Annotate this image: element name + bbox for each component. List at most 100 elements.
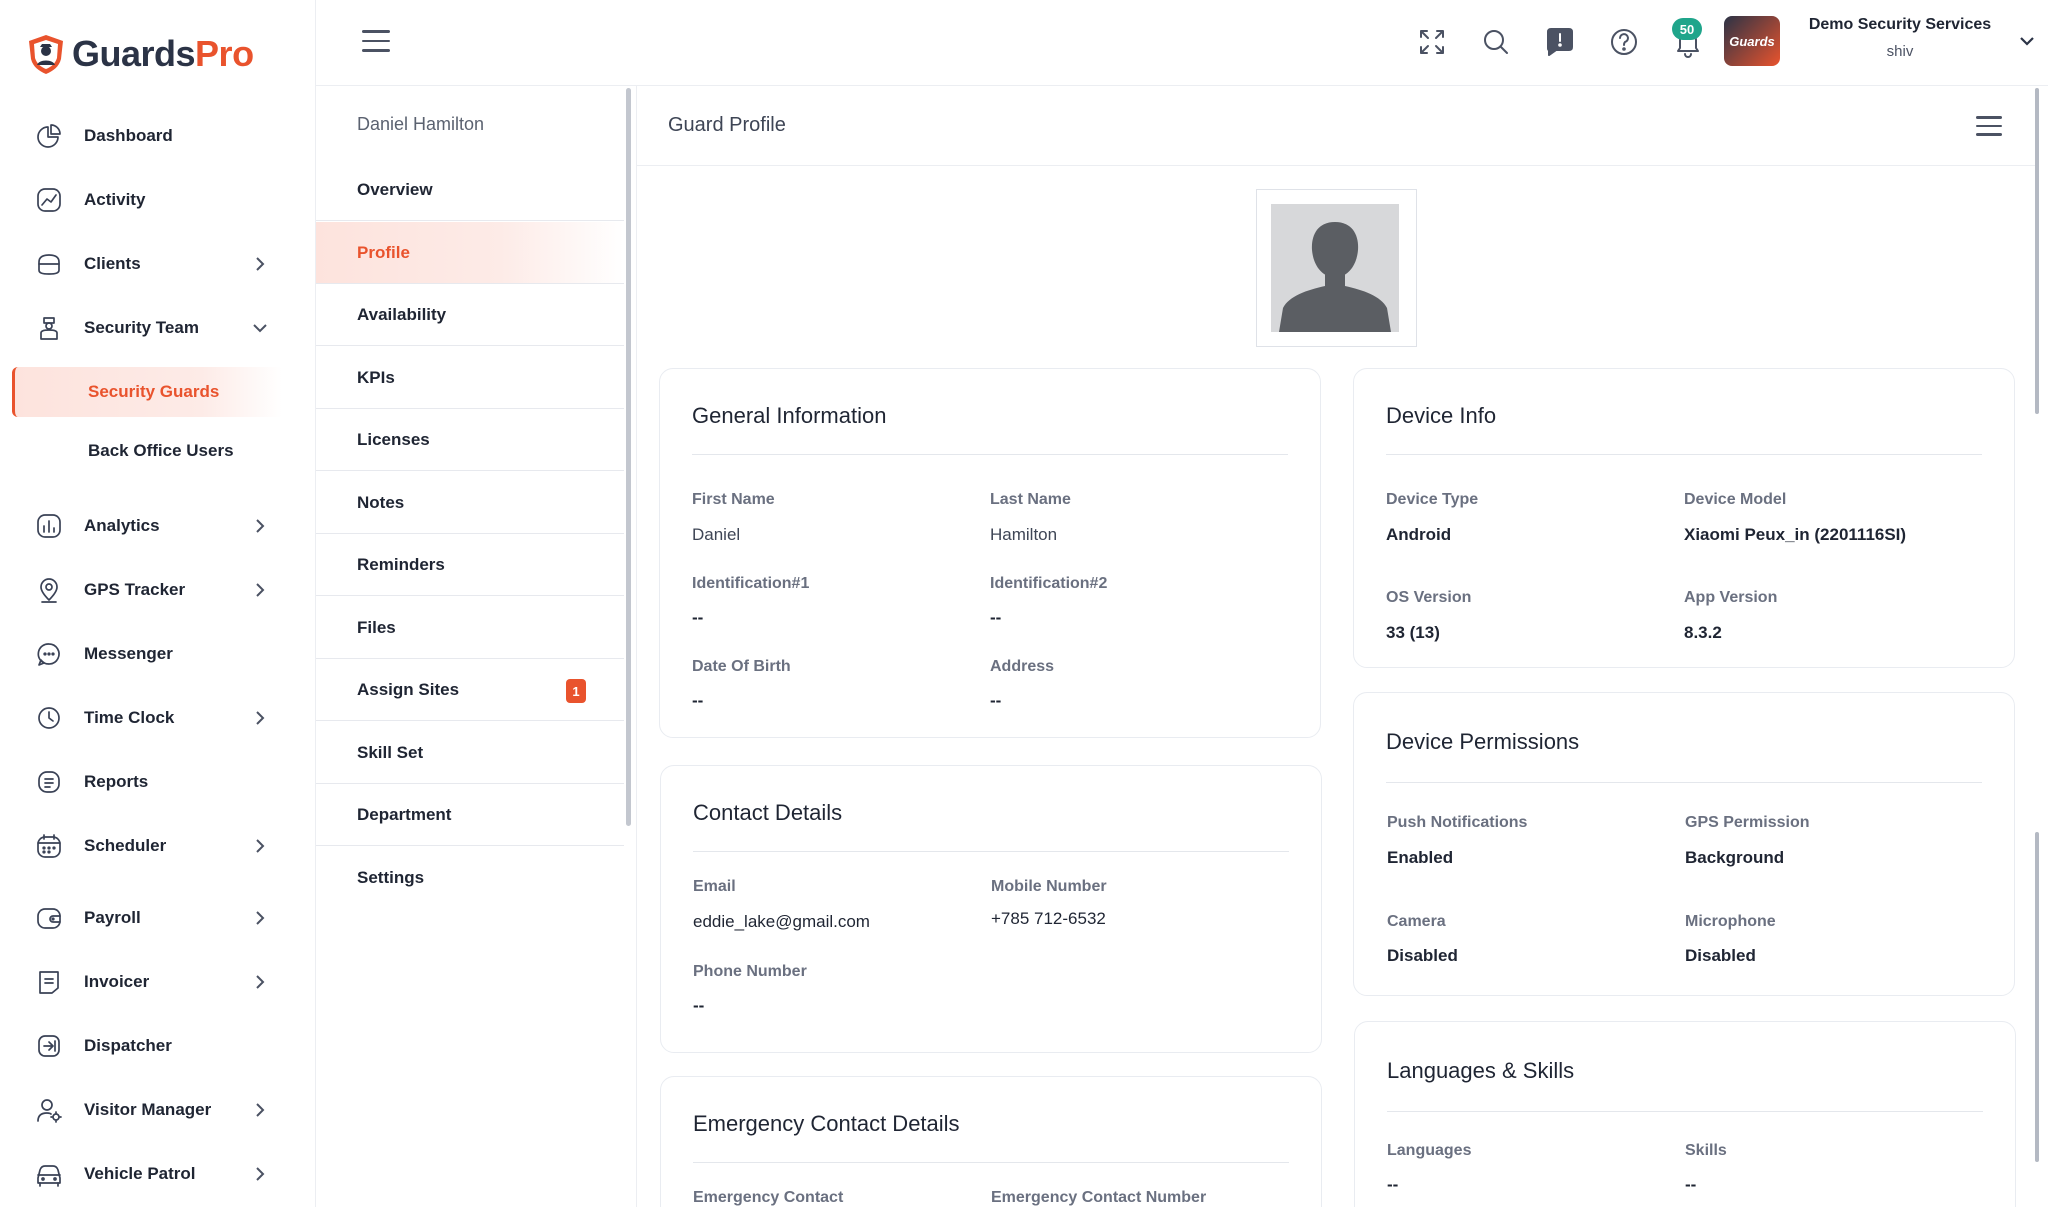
sidebar-item-activity[interactable]: Activity <box>14 175 282 225</box>
sidebar: GuardsPro Dashboard Activity Clients Sec… <box>0 0 316 1207</box>
sidebar-item-security-team[interactable]: Security Team <box>14 303 282 353</box>
card-title: Languages & Skills <box>1387 1058 1575 1083</box>
guardspro-logo[interactable]: GuardsPro <box>26 30 254 78</box>
main-header: Guard Profile <box>637 86 2037 166</box>
sidebar-item-scheduler[interactable]: Scheduler <box>14 821 282 871</box>
sidebar-item-reports[interactable]: Reports <box>14 757 282 807</box>
sidebar-item-label: Reports <box>84 772 149 791</box>
skills-value: -- <box>1685 1175 1697 1194</box>
general-info-card: General Information First Name Daniel La… <box>659 368 1321 738</box>
tab-reminders[interactable]: Reminders <box>316 534 624 596</box>
address-value: -- <box>990 691 1002 710</box>
dispatch-arrow-icon <box>34 1031 64 1061</box>
chevron-right-icon <box>250 254 270 274</box>
sidebar-item-messenger[interactable]: Messenger <box>14 629 282 679</box>
sidebar-item-label: Analytics <box>84 516 160 535</box>
camera-label: Camera <box>1387 913 1446 930</box>
invoice-icon <box>34 967 64 997</box>
menu-toggle-icon[interactable] <box>362 30 390 54</box>
tab-profile[interactable]: Profile <box>316 222 624 284</box>
guard-photo[interactable] <box>1256 189 1417 347</box>
device-type-value: Android <box>1386 525 1452 544</box>
user-name[interactable]: shiv <box>1790 43 2010 60</box>
page-scrollbar-lower[interactable] <box>2035 832 2039 1162</box>
device-info-card: Device Info Device Type Android Device M… <box>1353 368 2015 668</box>
sidebar-item-label: Vehicle Patrol <box>84 1164 196 1183</box>
emergency-contact-number-label: Emergency Contact Number <box>991 1189 1207 1206</box>
shield-logo-icon <box>29 35 63 74</box>
feedback-icon[interactable] <box>1544 26 1576 58</box>
emergency-contact-card: Emergency Contact Details Emergency Cont… <box>660 1076 1322 1207</box>
assign-sites-count-badge: 1 <box>566 679 586 703</box>
sidebar-item-security-guards[interactable]: Security Guards <box>12 367 282 417</box>
bar-chart-icon <box>34 511 64 541</box>
page-scrollbar-upper[interactable] <box>2035 88 2039 414</box>
card-title: Contact Details <box>693 800 843 825</box>
identification2-value: -- <box>990 608 1002 627</box>
clock-icon <box>34 703 64 733</box>
tab-notes[interactable]: Notes <box>316 472 624 534</box>
sidebar-item-back-office-users[interactable]: Back Office Users <box>12 426 282 476</box>
tab-overview[interactable]: Overview <box>316 159 624 221</box>
sidebar-item-label: Clients <box>84 254 141 273</box>
sidebar-item-dispatcher[interactable]: Dispatcher <box>14 1021 282 1071</box>
skills-label: Skills <box>1685 1142 1727 1159</box>
tab-files[interactable]: Files <box>316 597 624 659</box>
org-logo-avatar[interactable]: Guards <box>1724 16 1780 66</box>
mobile-number-value[interactable]: +785 712-6532 <box>991 909 1106 929</box>
sidebar-item-analytics[interactable]: Analytics <box>14 501 282 551</box>
map-pin-icon <box>34 575 64 605</box>
sidebar-item-clients[interactable]: Clients <box>14 239 282 289</box>
org-name[interactable]: Demo Security Services <box>1790 16 2010 34</box>
activity-chart-icon <box>34 185 64 215</box>
phone-number-value: -- <box>693 996 705 1015</box>
languages-label: Languages <box>1387 1142 1472 1159</box>
tab-licenses[interactable]: Licenses <box>316 409 624 471</box>
search-icon[interactable] <box>1480 26 1512 58</box>
notification-count-badge: 50 <box>1672 18 1702 40</box>
sidebar-item-label: Dispatcher <box>84 1036 172 1055</box>
page-title: Guard Profile <box>668 114 786 136</box>
push-notifications-label: Push Notifications <box>1387 814 1528 831</box>
tab-department[interactable]: Department <box>316 784 624 846</box>
dob-value: -- <box>692 691 704 710</box>
sidebar-item-label: Invoicer <box>84 972 150 991</box>
card-title: General Information <box>692 403 887 428</box>
main-content: Guard Profile General Information First … <box>636 86 2037 1207</box>
microphone-label: Microphone <box>1685 913 1776 930</box>
sidebar-item-gps-tracker[interactable]: GPS Tracker <box>14 565 282 615</box>
chevron-right-icon <box>250 708 270 728</box>
identification1-value: -- <box>692 608 704 627</box>
subnav-scrollbar[interactable] <box>626 88 631 826</box>
tab-assign-sites[interactable]: Assign Sites 1 <box>316 659 624 721</box>
email-label: Email <box>693 878 736 895</box>
sidebar-item-invoicer[interactable]: Invoicer <box>14 957 282 1007</box>
sidebar-item-payroll[interactable]: Payroll <box>14 893 282 943</box>
options-menu-icon[interactable] <box>1976 116 2002 138</box>
sidebar-item-label: Security Team <box>84 318 199 337</box>
sidebar-item-visitor-manager[interactable]: Visitor Manager <box>14 1085 282 1135</box>
sidebar-item-label: GPS Tracker <box>84 580 186 599</box>
sidebar-item-label: Time Clock <box>84 708 175 727</box>
fullscreen-icon[interactable] <box>1416 26 1448 58</box>
email-value[interactable]: eddie_lake@gmail.com <box>693 912 870 932</box>
tab-kpis[interactable]: KPIs <box>316 347 624 409</box>
os-version-label: OS Version <box>1386 589 1472 606</box>
sidebar-item-time-clock[interactable]: Time Clock <box>14 693 282 743</box>
help-icon[interactable] <box>1608 26 1640 58</box>
tab-settings[interactable]: Settings <box>316 847 624 909</box>
os-version-value: 33 (13) <box>1386 623 1440 642</box>
tab-skill-set[interactable]: Skill Set <box>316 722 624 784</box>
sidebar-item-label: Activity <box>84 190 146 209</box>
app-version-label: App Version <box>1684 589 1778 606</box>
sidebar-item-label: Messenger <box>84 644 173 663</box>
guard-subnav: Daniel Hamilton Overview Profile Availab… <box>316 86 636 888</box>
chevron-down-icon[interactable] <box>2016 30 2038 52</box>
tab-availability[interactable]: Availability <box>316 284 624 346</box>
sidebar-item-label: Visitor Manager <box>84 1100 212 1119</box>
sidebar-item-dashboard[interactable]: Dashboard <box>14 111 282 161</box>
pie-chart-icon <box>34 121 64 151</box>
languages-skills-card: Languages & Skills Languages -- Skills -… <box>1354 1021 2016 1207</box>
sidebar-item-vehicle-patrol[interactable]: Vehicle Patrol <box>14 1149 282 1199</box>
first-name-value: Daniel <box>692 525 741 544</box>
